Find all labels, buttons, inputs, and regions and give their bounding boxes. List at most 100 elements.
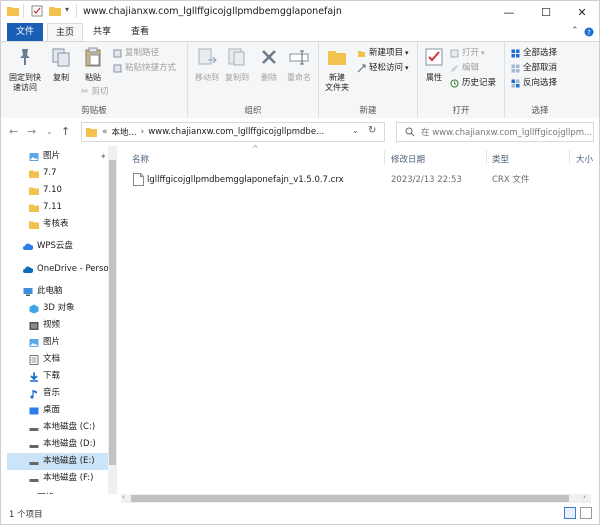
select-none-button[interactable]: 全部取消 — [511, 62, 557, 74]
back-arrow-icon[interactable]: ← — [9, 125, 18, 138]
paste-button[interactable]: 粘贴 — [79, 46, 107, 83]
maximize-button[interactable]: ☐ — [528, 1, 564, 23]
nav-item-network[interactable]: 网络 — [23, 490, 54, 494]
quick-access-dropdown-icon[interactable]: ▾ — [65, 5, 69, 14]
video-icon — [29, 321, 39, 330]
breadcrumb-local-disk[interactable]: 本地... — [112, 126, 137, 138]
paste-icon — [85, 47, 101, 67]
tab-view[interactable]: 查看 — [123, 23, 157, 41]
column-header-date[interactable]: 修改日期 — [391, 153, 425, 165]
tab-home[interactable]: 主页 — [47, 23, 83, 42]
column-separator[interactable] — [569, 150, 570, 164]
invert-selection-button[interactable]: 反向选择 — [511, 77, 557, 89]
column-separator[interactable] — [486, 150, 487, 164]
select-group: 全部选择 全部取消 反向选择 选择 — [505, 42, 575, 118]
properties-icon[interactable] — [31, 5, 43, 17]
pin-icon — [20, 49, 30, 65]
nav-item-documents[interactable]: 文档 — [29, 351, 60, 368]
folder-icon — [29, 170, 39, 178]
forward-arrow-icon[interactable]: → — [27, 125, 36, 138]
delete-button[interactable]: 删除 — [256, 46, 282, 83]
history-button[interactable]: 历史记录 — [450, 77, 496, 89]
copy-to-button[interactable]: 复制到 — [222, 46, 252, 83]
breadcrumb-separator-icon: › — [140, 127, 145, 137]
nav-item-onedrive[interactable]: OneDrive - Perso — [23, 261, 109, 278]
properties-button[interactable]: 属性 — [420, 46, 448, 83]
item-count: 1 个项目 — [9, 510, 43, 520]
column-header-type[interactable]: 类型 — [492, 153, 509, 165]
nav-item-3d-objects[interactable]: 3D 对象 — [29, 300, 75, 317]
folder-icon — [29, 221, 39, 229]
tab-share[interactable]: 共享 — [85, 23, 119, 41]
nav-item-desktop[interactable]: 桌面 — [29, 402, 60, 419]
help-icon[interactable]: ? — [584, 27, 594, 37]
horizontal-scrollbar-thumb[interactable] — [131, 495, 569, 502]
scroll-left-icon[interactable]: ‹ — [122, 493, 125, 501]
chevron-down-icon: ▾ — [405, 49, 409, 57]
open-button[interactable]: 打开 ▾ — [450, 47, 485, 59]
search-icon — [405, 127, 415, 137]
column-header-name[interactable]: 名称 — [132, 153, 149, 165]
address-row: ← → ⌄ ↑ « 本地... › www.chajianxw.com_lgll… — [1, 118, 599, 146]
address-bar[interactable]: « 本地... › www.chajianxw.com_lgllffgicojg… — [81, 122, 385, 142]
window-title: www.chajianxw.com_lgllffgicojgllpmdbemgg… — [83, 6, 342, 17]
address-dropdown-icon[interactable]: ⌄ — [352, 126, 359, 135]
new-folder-button[interactable]: 新建 文件夹 — [321, 46, 353, 93]
folder-icon — [86, 128, 97, 137]
column-separator[interactable] — [384, 150, 385, 164]
pin-quick-access-button[interactable]: 固定到快 速访问 — [7, 46, 43, 93]
collapse-ribbon-icon[interactable]: ⌃ — [571, 26, 579, 36]
nav-item-7-11[interactable]: 7.11 — [29, 199, 62, 216]
edit-button[interactable]: 编辑 — [450, 62, 479, 74]
nav-item-wps-cloud[interactable]: WPS云盘 — [23, 238, 73, 255]
new-item-icon — [358, 50, 365, 57]
history-icon — [450, 79, 459, 87]
search-input[interactable]: 在 www.chajianxw.com_lgllffgicojgllpm... — [396, 122, 594, 142]
move-to-button[interactable]: 移动到 — [192, 46, 222, 83]
select-all-button[interactable]: 全部选择 — [511, 47, 557, 59]
nav-item-pictures-quick[interactable]: 图片 ✦ — [29, 148, 107, 165]
nav-item-7-7[interactable]: 7.7 — [29, 165, 57, 182]
nav-item-pictures[interactable]: 图片 — [29, 334, 60, 351]
breadcrumb-current-folder[interactable]: www.chajianxw.com_lgllffgicojgllpmdbe... — [148, 127, 324, 137]
copy-path-button[interactable]: 复制路径 — [113, 47, 159, 59]
drive-icon — [29, 427, 39, 431]
table-row[interactable]: lgllffgicojgllpmdbemgglaponefajn_v1.5.0.… — [129, 171, 595, 189]
easy-access-button[interactable]: 轻松访问 ▾ — [357, 62, 409, 74]
new-item-button[interactable]: 新建项目 ▾ — [357, 47, 409, 59]
rename-button[interactable]: 重命名 — [284, 46, 314, 83]
delete-icon — [262, 50, 276, 64]
recent-locations-icon[interactable]: ⌄ — [46, 127, 53, 136]
nav-item-disk-c[interactable]: 本地磁盘 (C:) — [29, 419, 95, 436]
large-icons-view-icon[interactable] — [580, 507, 592, 519]
nav-item-disk-d[interactable]: 本地磁盘 (D:) — [29, 436, 96, 453]
nav-item-videos[interactable]: 视频 — [29, 317, 60, 334]
paste-shortcut-button[interactable]: 粘贴快捷方式 — [113, 62, 176, 74]
nav-scrollbar[interactable] — [108, 146, 117, 494]
file-list: ^ 名称 修改日期 类型 大小 lgllffgicojgllpmdbemggla… — [121, 144, 599, 494]
copy-button[interactable]: 复制 — [47, 46, 75, 83]
nav-item-music[interactable]: 音乐 — [29, 385, 60, 402]
nav-item-7-10[interactable]: 7.10 — [29, 182, 62, 199]
document-icon — [29, 354, 39, 365]
details-view-icon[interactable] — [564, 507, 576, 519]
nav-item-downloads[interactable]: 下载 — [29, 368, 60, 385]
new-group-label: 新建 — [359, 106, 377, 116]
cut-button[interactable]: ✂ 剪切 — [81, 86, 109, 98]
up-arrow-icon[interactable]: ↑ — [61, 125, 70, 138]
nav-item-disk-f[interactable]: 本地磁盘 (F:) — [29, 470, 93, 487]
path-overflow[interactable]: « — [102, 127, 108, 137]
new-folder-icon[interactable] — [49, 5, 61, 17]
refresh-icon[interactable]: ↻ — [368, 125, 376, 136]
nav-item-assessment[interactable]: 考核表 — [29, 216, 69, 233]
nav-scrollbar-thumb[interactable] — [109, 160, 116, 465]
tab-file[interactable]: 文件 — [7, 23, 43, 41]
nav-item-this-pc[interactable]: 此电脑 — [23, 283, 63, 300]
scroll-right-icon[interactable]: › — [583, 493, 586, 501]
close-button[interactable]: ✕ — [564, 1, 600, 23]
column-header-size[interactable]: 大小 — [576, 153, 593, 165]
nav-item-disk-e[interactable]: 本地磁盘 (E:) — [7, 453, 108, 470]
sort-arrow-icon: ^ — [252, 144, 259, 153]
horizontal-scrollbar[interactable]: ‹ › — [121, 493, 591, 503]
minimize-button[interactable]: — — [491, 1, 527, 23]
